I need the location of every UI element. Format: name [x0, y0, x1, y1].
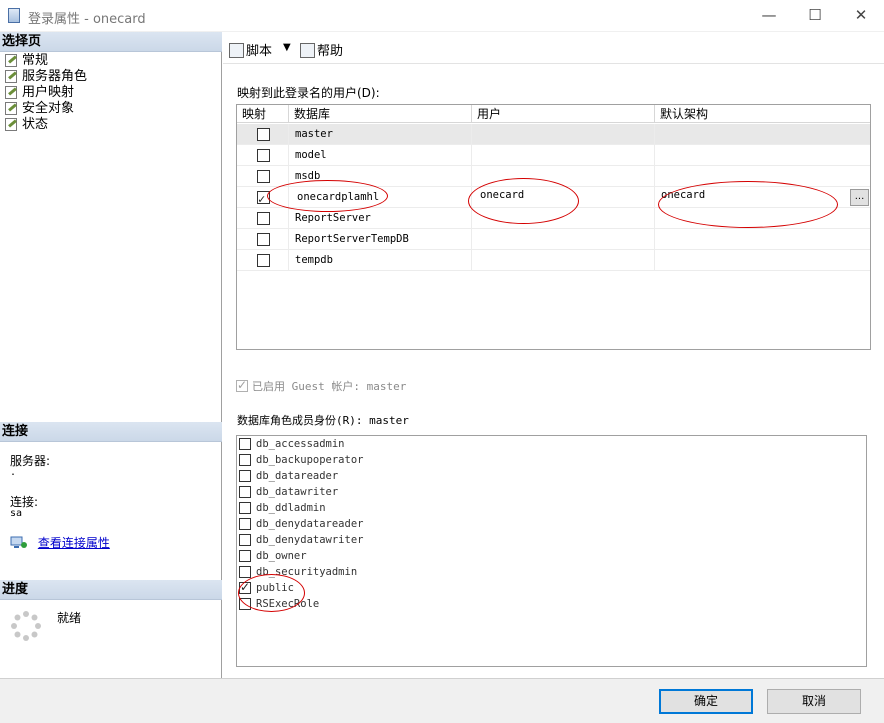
table-row[interactable]: ReportServer: [237, 208, 870, 229]
page-item-user-mapping[interactable]: 用户映射: [4, 85, 74, 101]
role-checkbox[interactable]: [239, 502, 251, 514]
progress-spinner-icon: [11, 611, 41, 641]
role-checkbox[interactable]: [239, 598, 251, 610]
table-row[interactable]: ReportServerTempDB: [237, 229, 870, 250]
schema-cell[interactable]: [655, 208, 870, 229]
map-checkbox[interactable]: [257, 128, 270, 141]
column-header-default-schema[interactable]: 默认架构: [655, 105, 870, 123]
role-checkbox[interactable]: [239, 534, 251, 546]
user-cell[interactable]: [472, 208, 655, 229]
table-row[interactable]: onecardplamhl onecard onecard ...: [237, 187, 870, 208]
database-cell: master: [289, 124, 472, 145]
maximize-button[interactable]: ☐: [792, 0, 838, 30]
user-cell[interactable]: [472, 229, 655, 250]
toolbar: 脚本 ▼ 帮助: [223, 32, 884, 64]
script-icon: [229, 43, 244, 58]
page-icon: [4, 101, 18, 115]
user-cell[interactable]: onecard: [472, 187, 655, 208]
connection-properties-icon: [10, 536, 27, 548]
role-checkbox[interactable]: [239, 550, 251, 562]
role-membership-list: db_accessadmin db_backupoperator db_data…: [236, 435, 867, 667]
page-icon: [4, 53, 18, 67]
map-checkbox[interactable]: [257, 189, 270, 208]
schema-cell[interactable]: [655, 124, 870, 145]
app-icon: [8, 8, 20, 23]
title-bar: 登录属性 - onecard — ☐ ✕: [0, 0, 884, 32]
database-cell: tempdb: [289, 250, 472, 271]
role-checkbox[interactable]: [239, 486, 251, 498]
schema-cell[interactable]: [655, 145, 870, 166]
database-cell: msdb: [289, 166, 472, 187]
guest-account-option: 已启用 Guest 帐户: master: [236, 378, 406, 394]
connection-header: 连接: [0, 422, 222, 442]
table-row[interactable]: msdb: [237, 166, 870, 187]
map-checkbox[interactable]: [257, 149, 270, 162]
help-icon: [300, 43, 315, 58]
page-icon: [4, 85, 18, 99]
mapping-label: 映射到此登录名的用户(D):: [237, 86, 380, 100]
guest-label: 已启用 Guest 帐户: master: [252, 380, 407, 393]
page-icon: [4, 69, 18, 83]
page-item-status[interactable]: 状态: [4, 117, 48, 133]
close-button[interactable]: ✕: [838, 0, 884, 30]
help-button[interactable]: 帮助: [300, 40, 343, 59]
column-header-map[interactable]: 映射: [237, 105, 289, 123]
user-mapping-grid: 映射 数据库 用户 默认架构 master model msdb onecard…: [236, 104, 871, 350]
database-cell: ReportServer: [289, 208, 472, 229]
script-button[interactable]: 脚本: [229, 40, 272, 59]
user-cell[interactable]: [472, 124, 655, 145]
user-cell[interactable]: [472, 145, 655, 166]
page-item-server-roles[interactable]: 服务器角色: [4, 69, 87, 85]
left-pane: 选择页 常规 服务器角色 用户映射 安全对象 状态 连接 服务器: . 连接: …: [0, 32, 222, 678]
progress-header: 进度: [0, 580, 222, 600]
cancel-button[interactable]: 取消: [767, 689, 861, 714]
user-cell[interactable]: [472, 250, 655, 271]
database-cell: model: [289, 145, 472, 166]
table-row[interactable]: master: [237, 124, 870, 145]
page-icon: [4, 117, 18, 131]
role-checkbox[interactable]: [239, 566, 251, 578]
map-checkbox[interactable]: [257, 212, 270, 225]
map-checkbox[interactable]: [257, 254, 270, 267]
main-pane: 脚本 ▼ 帮助 映射到此登录名的用户(D): 映射 数据库 用户 默认架构 ma…: [223, 32, 884, 678]
role-checkbox[interactable]: [239, 454, 251, 466]
page-item-general[interactable]: 常规: [4, 53, 48, 69]
map-checkbox[interactable]: [257, 233, 270, 246]
column-header-database[interactable]: 数据库: [289, 105, 472, 123]
view-connection-link[interactable]: 查看连接属性: [38, 536, 110, 550]
role-checkbox[interactable]: [239, 580, 251, 594]
column-header-user[interactable]: 用户: [472, 105, 655, 123]
database-cell: onecardplamhl: [289, 187, 472, 208]
grid-header: 映射 数据库 用户 默认架构: [237, 105, 870, 123]
schema-cell[interactable]: [655, 166, 870, 187]
script-dropdown-icon[interactable]: ▼: [283, 42, 291, 53]
minimize-button[interactable]: —: [746, 0, 792, 30]
table-row[interactable]: model: [237, 145, 870, 166]
database-cell: ReportServerTempDB: [289, 229, 472, 250]
page-item-securables[interactable]: 安全对象: [4, 101, 74, 117]
roles-label: 数据库角色成员身份(R): master: [237, 414, 409, 427]
table-row[interactable]: tempdb: [237, 250, 870, 271]
role-checkbox[interactable]: [239, 470, 251, 482]
view-connection-properties[interactable]: 查看连接属性: [10, 534, 110, 551]
map-checkbox[interactable]: [257, 170, 270, 183]
dialog-footer: 确定 取消: [0, 678, 884, 723]
schema-browse-button[interactable]: ...: [850, 189, 869, 206]
select-page-header: 选择页: [0, 32, 222, 52]
ok-button[interactable]: 确定: [659, 689, 753, 714]
connection-value: sa: [10, 508, 23, 519]
server-value: .: [10, 467, 17, 478]
window-title: 登录属性 - onecard: [28, 12, 146, 27]
user-cell[interactable]: [472, 166, 655, 187]
schema-cell[interactable]: [655, 250, 870, 271]
role-checkbox[interactable]: [239, 518, 251, 530]
role-checkbox[interactable]: [239, 438, 251, 450]
progress-status: 就绪: [57, 611, 82, 625]
schema-cell[interactable]: onecard: [655, 187, 870, 208]
schema-cell[interactable]: [655, 229, 870, 250]
guest-checkbox: [236, 378, 248, 392]
